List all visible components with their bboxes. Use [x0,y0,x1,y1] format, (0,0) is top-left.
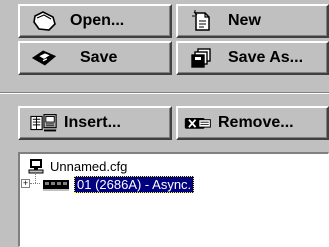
insert-label: Insert... [64,114,121,131]
insert-button[interactable]: Insert... [18,106,172,140]
tree-child-item[interactable]: 01 (2686A) - Async. [42,175,195,193]
tree-child-label: 01 (2686A) - Async. [74,175,195,193]
expand-icon[interactable]: + [21,179,30,188]
save-as-button[interactable]: Save As... [176,41,329,75]
serial-card-icon [42,177,70,191]
open-label: Open... [70,12,125,29]
save-disk-icon [30,46,58,70]
separator [0,92,329,94]
tree-line-horizontal [30,183,40,185]
new-document-icon [188,9,216,33]
insert-device-icon [30,111,58,135]
remove-button[interactable]: Remove... [176,106,329,140]
tree-root-item[interactable]: Unnamed.cfg [28,157,127,175]
save-as-label: Save As... [228,49,304,66]
remove-label: Remove... [218,114,294,131]
config-panel: Open... New Save Save As... Insert... Re… [0,0,329,247]
tree-root-label: Unnamed.cfg [50,158,128,174]
new-button[interactable]: New [176,4,329,38]
save-label: Save [80,49,118,66]
config-tree[interactable]: Unnamed.cfg + 01 (2686A) - Async. [18,152,329,247]
open-icon [30,9,58,33]
computer-icon [28,158,44,174]
save-as-icon [188,46,216,70]
save-button[interactable]: Save [18,41,172,75]
open-button[interactable]: Open... [18,4,172,38]
tree-line-vertical [35,173,37,183]
remove-device-icon [184,111,212,135]
new-label: New [228,12,261,29]
